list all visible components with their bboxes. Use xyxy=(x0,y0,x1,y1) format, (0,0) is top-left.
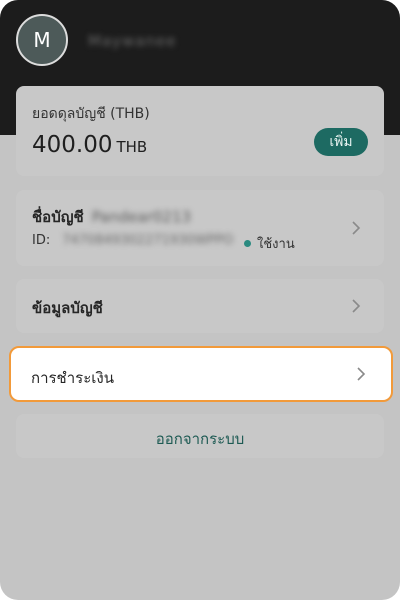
avatar: M xyxy=(16,14,68,66)
status-dot-icon xyxy=(244,240,251,247)
payment-label: การชำระเงิน xyxy=(31,369,114,387)
account-info-label: ข้อมูลบัญชี xyxy=(32,299,103,317)
chevron-right-icon xyxy=(348,220,364,236)
logout-label: ออกจากระบบ xyxy=(155,430,245,448)
account-id-row: ID: 7470849302271930WPPO xyxy=(32,233,233,248)
add-funds-button[interactable]: เพิ่ม xyxy=(314,128,368,156)
account-name-row: ชื่อบัญชี Pandear0213 xyxy=(32,205,191,229)
username: Maywanee xyxy=(88,32,177,50)
account-id-label: ID: xyxy=(32,233,51,248)
payment-row[interactable]: การชำระเงิน xyxy=(9,346,393,402)
account-name-value: Pandear0213 xyxy=(91,208,192,226)
status-text: ใช้งาน xyxy=(257,237,295,252)
balance-label: ยอดดุลบัญชี (THB) xyxy=(32,106,150,122)
account-status: ใช้งาน xyxy=(244,233,295,254)
chevron-right-icon xyxy=(348,298,364,314)
account-details-row[interactable]: ชื่อบัญชี Pandear0213 ID: 7470849302271930… xyxy=(16,190,384,266)
balance-card: ยอดดุลบัญชี (THB) 400.00 THB เพิ่ม xyxy=(16,86,384,176)
account-info-row[interactable]: ข้อมูลบัญชี xyxy=(16,279,384,333)
logout-button[interactable]: ออกจากระบบ xyxy=(16,414,384,458)
account-screen: M Maywanee ยอดดุลบัญชี (THB) 400.00 THB เ… xyxy=(0,0,400,600)
account-id-value: 7470849302271930WPPO xyxy=(62,233,234,248)
balance-amount: 400.00 THB xyxy=(32,132,147,158)
balance-currency: THB xyxy=(116,138,148,156)
account-name-label: ชื่อบัญชี xyxy=(32,208,84,226)
chevron-right-icon xyxy=(353,366,369,382)
balance-value: 400.00 xyxy=(32,132,113,158)
